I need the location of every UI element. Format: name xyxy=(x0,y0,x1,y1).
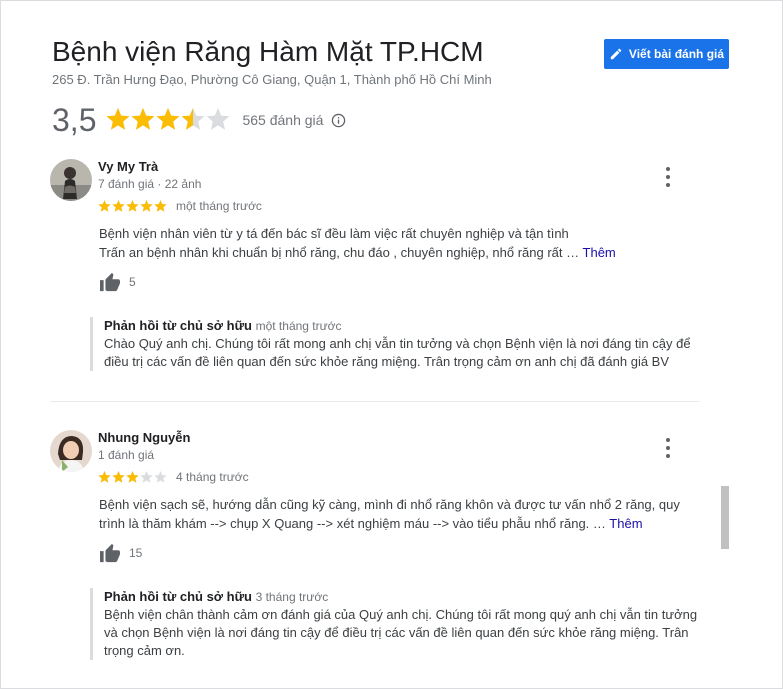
place-title: Bệnh viện Răng Hàm Mặt TP.HCM xyxy=(52,36,484,67)
review-stars xyxy=(98,199,168,213)
average-rating: 3,5 xyxy=(52,101,97,138)
star-icon xyxy=(140,200,153,212)
more-link[interactable]: Thêm xyxy=(583,245,616,260)
review-item: Vy My Trà 7 đánh giá · 22 ảnh một tháng … xyxy=(50,159,725,379)
more-options-icon[interactable] xyxy=(660,438,676,458)
star-icon xyxy=(154,471,167,483)
owner-reply-label: Phản hồi từ chủ sở hữu xyxy=(104,589,252,604)
write-review-label: Viết bài đánh giá xyxy=(628,47,725,61)
review-text: Bệnh viện nhân viên từ y tá đến bác sĩ đ… xyxy=(99,224,719,262)
star-icon xyxy=(126,471,139,483)
star-icon xyxy=(132,108,155,130)
owner-reply: Phản hồi từ chủ sở hữu một tháng trước C… xyxy=(90,317,704,371)
review-text-line: Trấn an bệnh nhân khi chuẩn bị nhổ răng,… xyxy=(99,245,580,260)
star-icon xyxy=(98,200,111,212)
star-icon xyxy=(107,108,130,130)
star-icon xyxy=(112,471,125,483)
star-icon xyxy=(112,200,125,212)
review-time: một tháng trước xyxy=(176,199,262,213)
rating-summary: 3,5 565 đánh giá xyxy=(52,100,346,140)
star-icon xyxy=(154,200,167,212)
reviewer-meta: 1 đánh giá xyxy=(98,448,155,462)
like-count: 15 xyxy=(129,546,143,560)
star-icon xyxy=(207,108,230,130)
star-icon xyxy=(140,471,153,483)
owner-reply-time: 3 tháng trước xyxy=(255,590,329,604)
star-icon xyxy=(126,200,139,212)
average-rating-stars xyxy=(106,107,230,133)
reviewer-avatar[interactable] xyxy=(50,430,92,472)
place-address: 265 Đ. Trần Hưng Đạo, Phường Cô Giang, Q… xyxy=(52,72,492,87)
owner-reply-time: một tháng trước xyxy=(255,319,342,333)
owner-reply: Phản hồi từ chủ sở hữu 3 tháng trước Bện… xyxy=(90,588,704,660)
star-icon xyxy=(157,108,180,130)
pencil-icon xyxy=(609,47,623,61)
owner-reply-text: Bệnh viện chân thành cảm ơn đánh giá của… xyxy=(104,607,698,658)
reviewer-avatar[interactable] xyxy=(50,159,92,201)
owner-reply-label: Phản hồi từ chủ sở hữu xyxy=(104,318,252,333)
star-icon xyxy=(98,471,111,483)
review-text-line: Bệnh viện nhân viên từ y tá đến bác sĩ đ… xyxy=(99,226,569,241)
review-divider xyxy=(50,401,700,402)
star-icon xyxy=(182,108,205,130)
thumbs-up-icon[interactable] xyxy=(99,543,121,563)
review-time: 4 tháng trước xyxy=(176,470,249,484)
scrollbar-thumb[interactable] xyxy=(721,486,729,549)
review-text-line: Bệnh viện sạch sẽ, hướng dẫn cũng kỹ càn… xyxy=(99,497,680,512)
reviewer-meta: 7 đánh giá · 22 ảnh xyxy=(98,177,202,191)
review-item: Nhung Nguyễn 1 đánh giá 4 tháng trước Bệ… xyxy=(50,430,725,670)
review-text: Bệnh viện sạch sẽ, hướng dẫn cũng kỹ càn… xyxy=(99,495,719,533)
reviewer-name[interactable]: Nhung Nguyễn xyxy=(98,430,190,445)
review-stars xyxy=(98,470,168,484)
write-review-button[interactable]: Viết bài đánh giá xyxy=(604,39,729,69)
owner-reply-text: Chào Quý anh chị. Chúng tôi rất mong anh… xyxy=(104,336,691,369)
review-text-line: trình là thăm khám --> chụp X Quang --> … xyxy=(99,516,606,531)
more-link[interactable]: Thêm xyxy=(609,516,642,531)
thumbs-up-icon[interactable] xyxy=(99,272,121,292)
more-options-icon[interactable] xyxy=(660,167,676,187)
info-icon[interactable] xyxy=(331,113,346,128)
like-count: 5 xyxy=(129,275,136,289)
review-count: 565 đánh giá xyxy=(242,112,324,128)
reviewer-name[interactable]: Vy My Trà xyxy=(98,159,158,174)
